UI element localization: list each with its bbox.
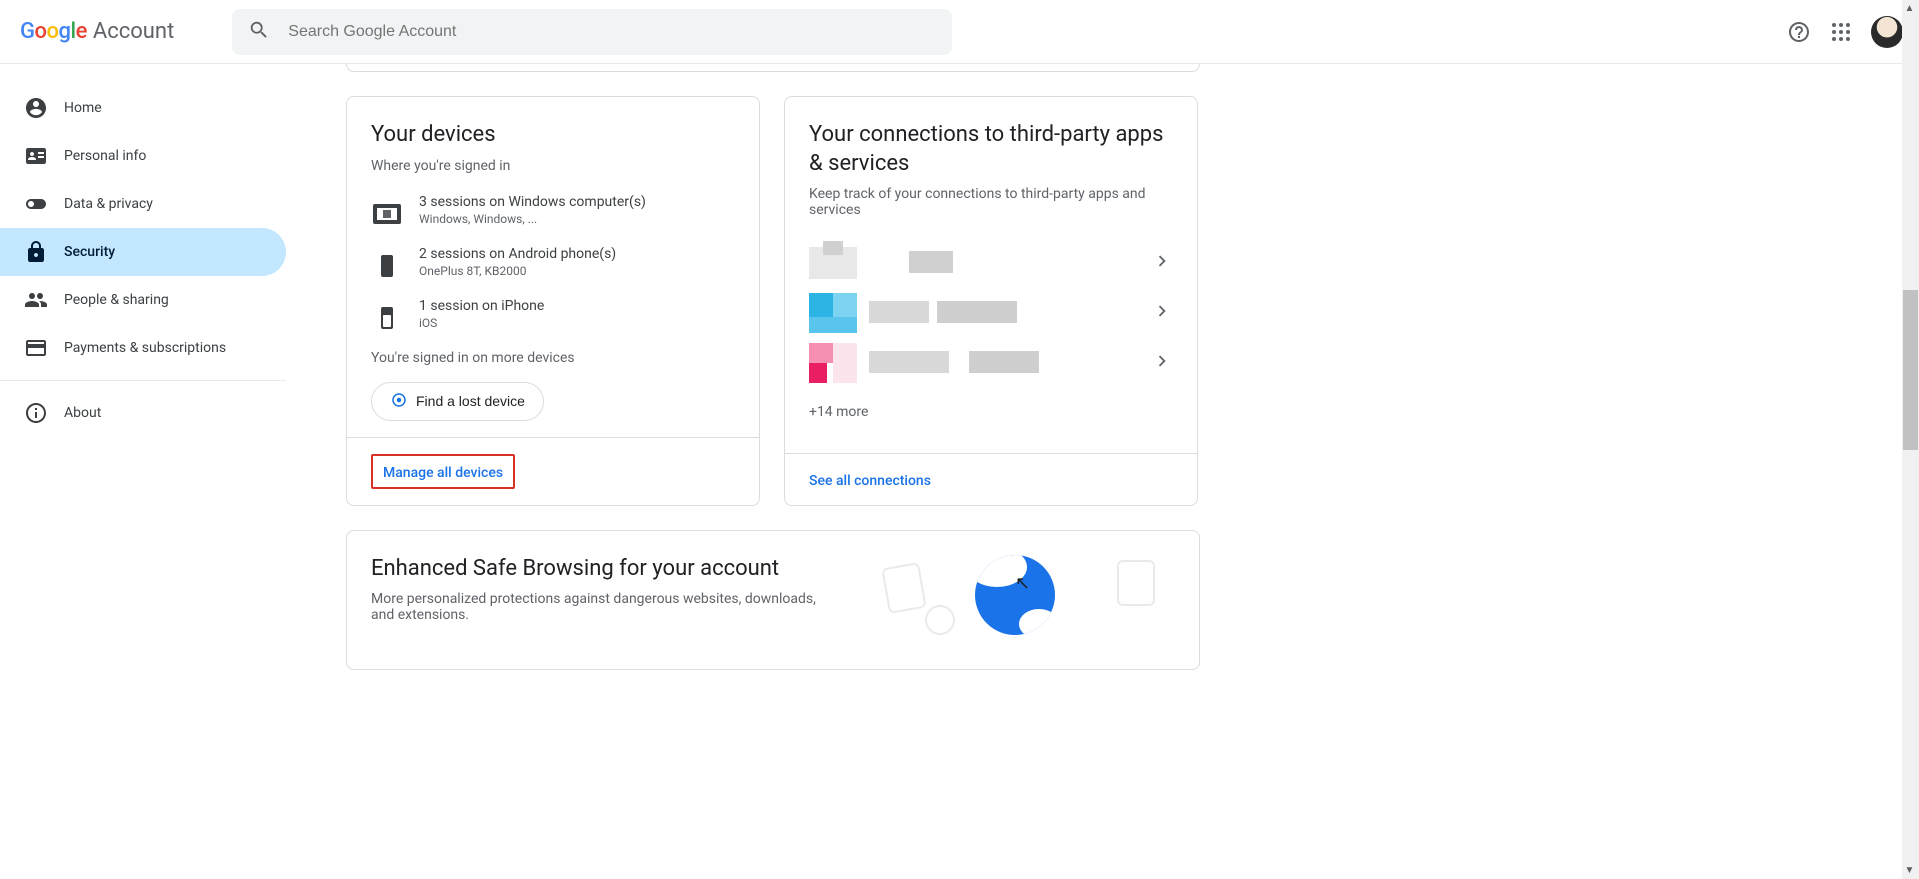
device-row: 1 session on iPhone iOS [371,298,735,334]
device-title: 2 sessions on Android phone(s) [419,246,616,262]
more-devices-text: You're signed in on more devices [371,350,735,366]
connection-row[interactable] [809,338,1173,388]
app-icon [809,239,857,287]
more-connections-count: +14 more [809,404,1173,420]
chevron-right-icon [1151,250,1173,276]
manage-all-devices-link[interactable]: Manage all devices [383,465,503,481]
connections-card: Your connections to third-party apps & s… [784,96,1198,506]
sidebar-item-people-sharing[interactable]: People & sharing [0,276,286,324]
account-circle-icon [24,96,48,120]
google-logo: Google [20,19,87,44]
account-label: Account [93,19,174,44]
info-icon [24,401,48,425]
sidebar-item-label: People & sharing [64,292,169,308]
iphone-icon [371,302,403,334]
find-lost-device-button[interactable]: Find a lost device [371,382,544,421]
device-row: 2 sessions on Android phone(s) OnePlus 8… [371,246,735,282]
connection-row[interactable] [809,238,1173,288]
redacted-content [869,299,1151,327]
divider [0,380,286,381]
device-row: 3 sessions on Windows computer(s) Window… [371,194,735,230]
sidebar-item-payments[interactable]: Payments & subscriptions [0,324,286,372]
see-all-connections-link[interactable]: See all connections [809,473,931,489]
connection-row[interactable] [809,288,1173,338]
apps-icon[interactable] [1829,20,1853,44]
scrollbar[interactable]: ▲ ▼ [1902,0,1919,879]
credit-card-icon [24,336,48,360]
sidebar-item-label: Personal info [64,148,146,164]
device-title: 1 session on iPhone [419,298,544,314]
sidebar: Home Personal info Data & privacy Securi… [0,64,286,879]
logo[interactable]: Google Account [20,19,174,44]
redacted-content [869,249,1151,277]
lock-icon [24,240,48,264]
safe-browsing-illustration: ↖ [875,555,1175,645]
search-icon [248,19,270,45]
search-bar[interactable] [232,9,952,55]
scrollbar-thumb[interactable] [1903,290,1918,450]
devices-subtitle: Where you're signed in [371,158,735,174]
badge-icon [24,144,48,168]
header: Google Account [0,0,1919,64]
connections-title: Your connections to third-party apps & s… [809,121,1173,178]
device-sub: OnePlus 8T, KB2000 [419,264,616,278]
sidebar-item-label: About [64,405,101,421]
sidebar-item-label: Data & privacy [64,196,153,212]
search-input[interactable] [288,23,936,41]
device-sub: iOS [419,316,544,330]
app-icon [809,289,857,337]
scroll-up-arrow[interactable]: ▲ [1902,0,1917,17]
partial-card-bottom [346,64,1200,72]
redacted-content [869,349,1151,377]
sidebar-item-personal-info[interactable]: Personal info [0,132,286,180]
help-icon[interactable] [1787,20,1811,44]
android-phone-icon [371,250,403,282]
safe-browsing-card: Enhanced Safe Browsing for your account … [346,530,1200,670]
sidebar-item-data-privacy[interactable]: Data & privacy [0,180,286,228]
devices-card: Your devices Where you're signed in 3 se… [346,96,760,506]
sidebar-item-security[interactable]: Security [0,228,286,276]
find-device-label: Find a lost device [416,393,525,409]
main-content: Your devices Where you're signed in 3 se… [286,64,1919,879]
connections-subtitle: Keep track of your connections to third-… [809,186,1173,218]
sidebar-item-label: Security [64,244,115,260]
sidebar-item-label: Home [64,100,102,116]
target-icon [390,391,408,412]
app-icon [809,339,857,387]
laptop-icon [371,198,403,230]
chevron-right-icon [1151,350,1173,376]
toggle-icon [24,192,48,216]
sidebar-item-home[interactable]: Home [0,84,286,132]
avatar[interactable] [1871,16,1903,48]
people-icon [24,288,48,312]
device-title: 3 sessions on Windows computer(s) [419,194,646,210]
sidebar-item-about[interactable]: About [0,389,286,437]
manage-devices-highlight: Manage all devices [371,454,515,489]
chevron-right-icon [1151,300,1173,326]
sidebar-item-label: Payments & subscriptions [64,340,226,356]
safe-browsing-subtitle: More personalized protections against da… [371,591,831,623]
devices-title: Your devices [371,121,735,150]
device-sub: Windows, Windows, ... [419,212,646,226]
safe-browsing-title: Enhanced Safe Browsing for your account [371,555,851,584]
scroll-down-arrow[interactable]: ▼ [1902,862,1917,879]
